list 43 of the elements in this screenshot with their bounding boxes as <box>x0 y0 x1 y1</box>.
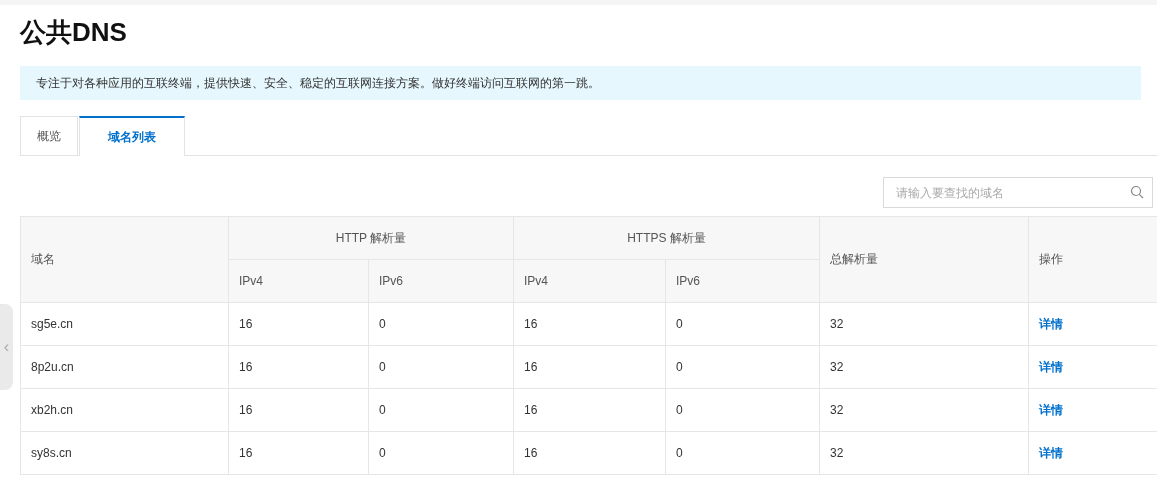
table-cell: 16 <box>228 345 369 389</box>
table-cell: 16 <box>228 388 369 432</box>
column-header: IPv6 <box>368 259 514 303</box>
column-header: 操作 <box>1028 216 1157 303</box>
column-header: 总解析量 <box>819 216 1029 303</box>
column-header: IPv4 <box>513 259 666 303</box>
details-link[interactable]: 详情 <box>1039 359 1064 374</box>
table-cell: 0 <box>665 431 820 475</box>
tab[interactable]: 概览 <box>20 116 78 155</box>
details-link[interactable]: 详情 <box>1039 402 1064 417</box>
table-cell: xb2h.cn <box>20 388 229 432</box>
table-cell: 32 <box>819 431 1029 475</box>
table-cell: 16 <box>228 302 369 346</box>
table-cell: 0 <box>665 388 820 432</box>
column-header: 域名 <box>20 216 229 303</box>
page-title: 公共DNS <box>20 17 127 47</box>
table-cell: 16 <box>513 302 666 346</box>
table-cell: 32 <box>819 345 1029 389</box>
table-cell: 32 <box>819 302 1029 346</box>
table-cell: 32 <box>819 388 1029 432</box>
column-header: IPv4 <box>228 259 369 303</box>
column-header: HTTPS 解析量 <box>513 216 820 260</box>
table-cell: 8p2u.cn <box>20 345 229 389</box>
table-cell: 16 <box>513 388 666 432</box>
table-cell: 0 <box>665 345 820 389</box>
table-cell: 0 <box>368 302 514 346</box>
table-cell: 16 <box>513 431 666 475</box>
table-cell: 0 <box>368 345 514 389</box>
column-header: IPv6 <box>665 259 820 303</box>
table-cell: 16 <box>228 431 369 475</box>
column-header: HTTP 解析量 <box>228 216 514 260</box>
table-cell: 16 <box>513 345 666 389</box>
info-banner: 专注于对各种应用的互联终端，提供快速、安全、稳定的互联网连接方案。做好终端访问互联网的第一跳。 <box>20 66 1141 100</box>
search-field[interactable]: 请输入要查找的域名 <box>883 177 1153 208</box>
table-cell: 0 <box>665 302 820 346</box>
table-cell: 0 <box>368 388 514 432</box>
search-icon[interactable] <box>1130 185 1144 199</box>
tab[interactable]: 域名列表 <box>79 116 185 156</box>
table-cell: sg5e.cn <box>20 302 229 346</box>
table-cell: 0 <box>368 431 514 475</box>
table-cell: sy8s.cn <box>20 431 229 475</box>
details-link[interactable]: 详情 <box>1039 316 1064 331</box>
details-link[interactable]: 详情 <box>1039 445 1064 460</box>
